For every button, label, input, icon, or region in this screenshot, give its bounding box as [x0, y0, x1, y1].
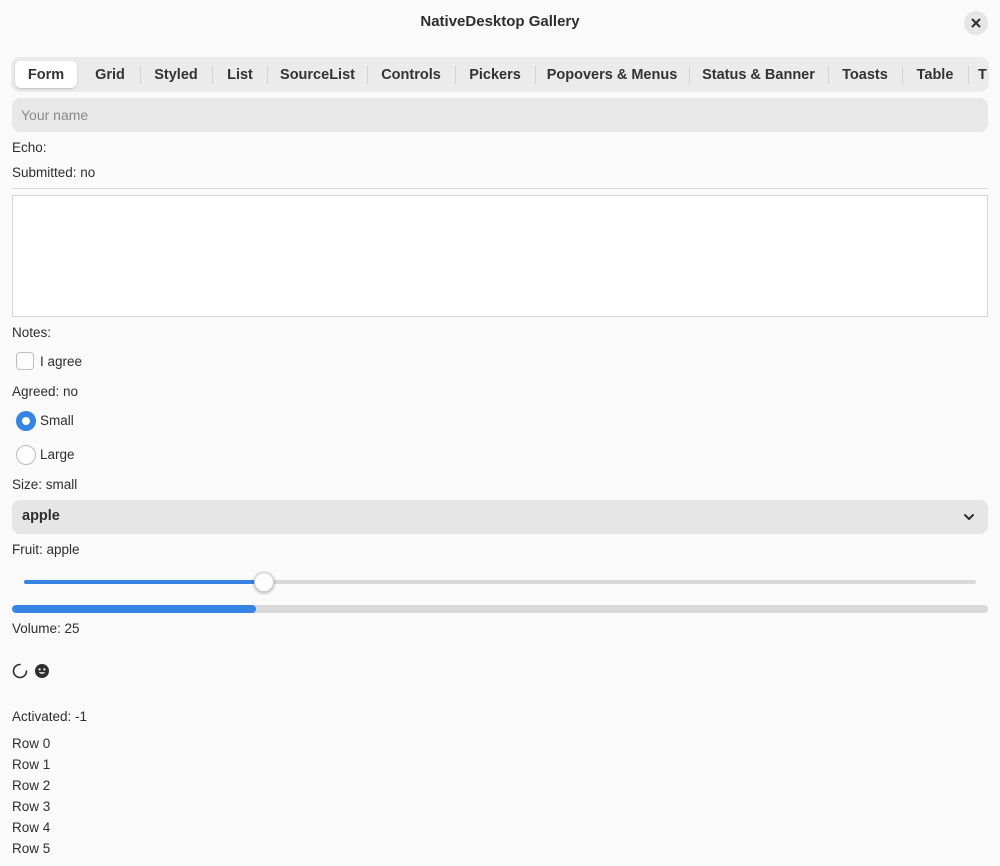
list-item[interactable]: Row 5 — [12, 840, 50, 861]
volume-slider-handle[interactable] — [254, 572, 274, 592]
window-title: NativeDesktop Gallery — [420, 13, 580, 30]
title-bar: NativeDesktop Gallery — [0, 0, 1000, 44]
tab-separator — [968, 66, 969, 84]
tab-controls[interactable]: Controls — [368, 61, 454, 88]
close-icon — [971, 18, 981, 28]
volume-slider-track[interactable] — [24, 580, 976, 584]
volume-status: Volume: 25 — [12, 621, 80, 636]
volume-progress-fill — [12, 605, 256, 613]
close-button[interactable] — [964, 11, 988, 35]
agree-checkbox-label[interactable]: I agree — [40, 354, 82, 369]
tab-list[interactable]: List — [213, 61, 267, 88]
fruit-dropdown-value: apple — [22, 508, 60, 524]
list-item[interactable]: Row 3 — [12, 798, 50, 819]
list-item[interactable]: Row 4 — [12, 819, 50, 840]
tab-toasts[interactable]: Toasts — [829, 61, 901, 88]
agreed-status: Agreed: no — [12, 384, 79, 399]
fruit-dropdown[interactable]: apple — [12, 500, 988, 534]
list-item[interactable]: Row 2 — [12, 777, 50, 798]
chevron-down-icon — [964, 514, 974, 520]
spinner-icon — [12, 663, 28, 679]
tab-status-banner[interactable]: Status & Banner — [690, 61, 827, 88]
tab-form[interactable]: Form — [15, 61, 77, 88]
size-radio-small[interactable] — [16, 411, 36, 431]
rows-list: Row 0 Row 1 Row 2 Row 3 Row 4 Row 5 — [12, 735, 50, 861]
tab-grid[interactable]: Grid — [81, 61, 139, 88]
agree-checkbox[interactable] — [16, 352, 34, 370]
tab-sourcelist[interactable]: SourceList — [268, 61, 367, 88]
volume-progress-bar — [12, 605, 988, 613]
list-item[interactable]: Row 1 — [12, 756, 50, 777]
echo-label: Echo: — [12, 140, 47, 155]
tab-table[interactable]: Table — [903, 61, 967, 88]
radio-dot — [22, 417, 30, 425]
tab-pickers[interactable]: Pickers — [456, 61, 534, 88]
notes-textarea[interactable] — [12, 195, 988, 317]
fruit-status: Fruit: apple — [12, 542, 80, 557]
smiley-icon — [35, 664, 49, 678]
separator — [12, 188, 988, 189]
size-radio-small-label[interactable]: Small — [40, 413, 74, 428]
tab-bar: Form Grid Styled List SourceList Control… — [11, 57, 989, 92]
size-status: Size: small — [12, 477, 78, 492]
tab-overflow[interactable]: T — [978, 61, 989, 88]
tab-styled[interactable]: Styled — [141, 61, 211, 88]
activated-status: Activated: -1 — [12, 709, 88, 724]
tab-popovers-menus[interactable]: Popovers & Menus — [536, 61, 688, 88]
submitted-label: Submitted: no — [12, 165, 96, 180]
size-radio-large-label[interactable]: Large — [40, 447, 75, 462]
volume-slider-fill — [24, 580, 264, 584]
size-radio-large[interactable] — [16, 445, 36, 465]
name-input[interactable]: Your name — [12, 98, 988, 132]
notes-label: Notes: — [12, 325, 52, 340]
list-item[interactable]: Row 0 — [12, 735, 50, 756]
name-input-placeholder: Your name — [21, 107, 89, 123]
